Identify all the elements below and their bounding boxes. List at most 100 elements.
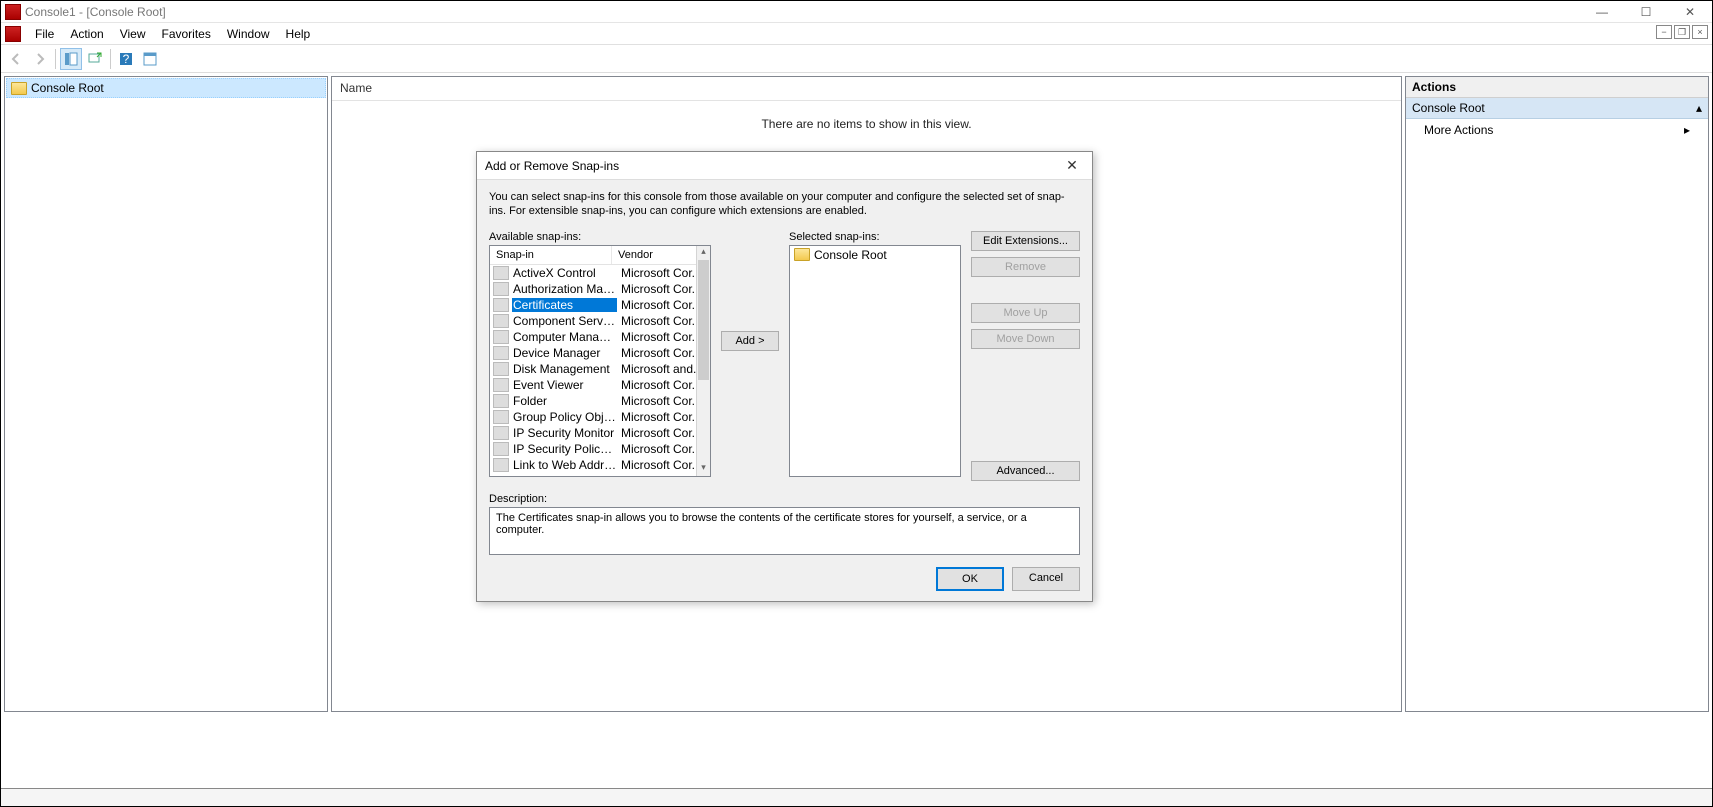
edit-extensions-button[interactable]: Edit Extensions... (971, 231, 1080, 251)
available-item[interactable]: Group Policy Object ...Microsoft Cor... (490, 409, 710, 425)
available-item[interactable]: Component ServicesMicrosoft Cor... (490, 313, 710, 329)
available-label: Available snap-ins: (489, 231, 711, 243)
column-header-name[interactable]: Name (332, 77, 1401, 101)
snapin-icon (493, 282, 509, 296)
actions-pane: Actions Console Root ▴ More Actions ▸ (1405, 76, 1709, 712)
available-item[interactable]: Disk ManagementMicrosoft and... (490, 361, 710, 377)
available-snapins-list[interactable]: Snap-in Vendor ActiveX ControlMicrosoft … (489, 245, 711, 477)
snapin-name: ActiveX Control (512, 266, 617, 280)
move-down-button[interactable]: Move Down (971, 329, 1080, 349)
maximize-button[interactable]: ☐ (1624, 1, 1668, 23)
menu-file[interactable]: File (27, 25, 62, 43)
menu-favorites[interactable]: Favorites (154, 25, 219, 43)
snapin-name: Computer Managem... (512, 330, 617, 344)
available-item[interactable]: IP Security MonitorMicrosoft Cor... (490, 425, 710, 441)
back-button[interactable] (5, 48, 27, 70)
col-header-snapin[interactable]: Snap-in (490, 246, 612, 264)
mdi-controls: − ❐ × (1656, 25, 1708, 39)
window-controls: — ☐ ✕ (1580, 1, 1712, 23)
statusbar (1, 788, 1712, 806)
advanced-button[interactable]: Advanced... (971, 461, 1080, 481)
available-item[interactable]: Event ViewerMicrosoft Cor... (490, 377, 710, 393)
selected-column: Selected snap-ins: Console Root (789, 231, 961, 477)
snapin-icon (493, 362, 509, 376)
available-item[interactable]: IP Security Policy M...Microsoft Cor... (490, 441, 710, 457)
window-titlebar: Console1 - [Console Root] — ☐ ✕ (1, 1, 1712, 23)
dialog-title: Add or Remove Snap-ins (485, 159, 619, 173)
available-item[interactable]: Authorization ManagerMicrosoft Cor... (490, 281, 710, 297)
selected-item-console-root[interactable]: Console Root (790, 246, 960, 264)
collapse-icon: ▴ (1696, 101, 1702, 115)
menu-view[interactable]: View (112, 25, 154, 43)
available-item[interactable]: Device ManagerMicrosoft Cor... (490, 345, 710, 361)
available-list-header: Snap-in Vendor (490, 246, 710, 265)
actions-section-label: Console Root (1412, 101, 1485, 115)
snapin-icon (493, 314, 509, 328)
scroll-thumb[interactable] (698, 260, 709, 380)
snapin-icon (493, 378, 509, 392)
description-label: Description: (489, 493, 1080, 505)
dialog-close-button[interactable]: ✕ (1060, 157, 1084, 174)
mdi-restore[interactable]: ❐ (1674, 25, 1690, 39)
selected-snapins-list[interactable]: Console Root (789, 245, 961, 477)
snapin-name: Event Viewer (512, 378, 617, 392)
add-column: Add > (721, 231, 779, 351)
tree-item-label: Console Root (31, 81, 104, 95)
snapin-icon (493, 410, 509, 424)
add-button[interactable]: Add > (721, 331, 779, 351)
toolbar-separator-2 (110, 49, 111, 69)
folder-icon (11, 82, 27, 95)
forward-button[interactable] (29, 48, 51, 70)
menu-window[interactable]: Window (219, 25, 278, 43)
dialog-titlebar: Add or Remove Snap-ins ✕ (477, 152, 1092, 180)
snapin-name: Link to Web Address (512, 458, 617, 472)
svg-text:?: ? (123, 52, 130, 66)
available-item[interactable]: FolderMicrosoft Cor... (490, 393, 710, 409)
mmc-doc-icon (5, 26, 21, 42)
available-item[interactable]: ActiveX ControlMicrosoft Cor... (490, 265, 710, 281)
dialog-button-row: OK Cancel (489, 555, 1080, 591)
window-title: Console1 - [Console Root] (25, 5, 166, 19)
snapin-name: Certificates (512, 298, 617, 312)
available-item[interactable]: Link to Web AddressMicrosoft Cor... (490, 457, 710, 473)
ok-button[interactable]: OK (936, 567, 1004, 591)
properties-button[interactable] (139, 48, 161, 70)
minimize-button[interactable]: — (1580, 1, 1624, 23)
snapin-name: Component Services (512, 314, 617, 328)
scroll-up-button[interactable]: ▴ (697, 246, 710, 260)
actions-header: Actions (1406, 77, 1708, 98)
close-button[interactable]: ✕ (1668, 1, 1712, 23)
tree-item-console-root[interactable]: Console Root (6, 78, 326, 98)
move-up-button[interactable]: Move Up (971, 303, 1080, 323)
snapin-icon (493, 266, 509, 280)
snapin-name: Group Policy Object ... (512, 410, 617, 424)
available-scrollbar[interactable]: ▴ ▾ (696, 246, 710, 476)
cancel-button[interactable]: Cancel (1012, 567, 1080, 591)
toolbar: ? (1, 45, 1712, 73)
snapin-icon (493, 442, 509, 456)
description-box: The Certificates snap-in allows you to b… (489, 507, 1080, 555)
mdi-minimize[interactable]: − (1656, 25, 1672, 39)
mdi-close[interactable]: × (1692, 25, 1708, 39)
show-tree-button[interactable] (60, 48, 82, 70)
menubar: File Action View Favorites Window Help −… (1, 23, 1712, 45)
more-actions-label: More Actions (1424, 123, 1493, 137)
remove-button[interactable]: Remove (971, 257, 1080, 277)
selected-label: Selected snap-ins: (789, 231, 961, 243)
snapin-icon (493, 458, 509, 472)
menu-action[interactable]: Action (62, 25, 111, 43)
actions-section[interactable]: Console Root ▴ (1406, 98, 1708, 119)
snapin-name: Disk Management (512, 362, 617, 376)
snapin-name: Device Manager (512, 346, 617, 360)
folder-icon (794, 248, 810, 261)
menu-help[interactable]: Help (278, 25, 319, 43)
available-column: Available snap-ins: Snap-in Vendor Activ… (489, 231, 711, 477)
help-button[interactable]: ? (115, 48, 137, 70)
chevron-right-icon: ▸ (1684, 123, 1690, 137)
scroll-down-button[interactable]: ▾ (697, 462, 710, 476)
available-item[interactable]: CertificatesMicrosoft Cor... (490, 297, 710, 313)
tree-pane: Console Root (4, 76, 328, 712)
more-actions-link[interactable]: More Actions ▸ (1406, 119, 1708, 141)
available-item[interactable]: Computer Managem...Microsoft Cor... (490, 329, 710, 345)
new-window-button[interactable] (84, 48, 106, 70)
